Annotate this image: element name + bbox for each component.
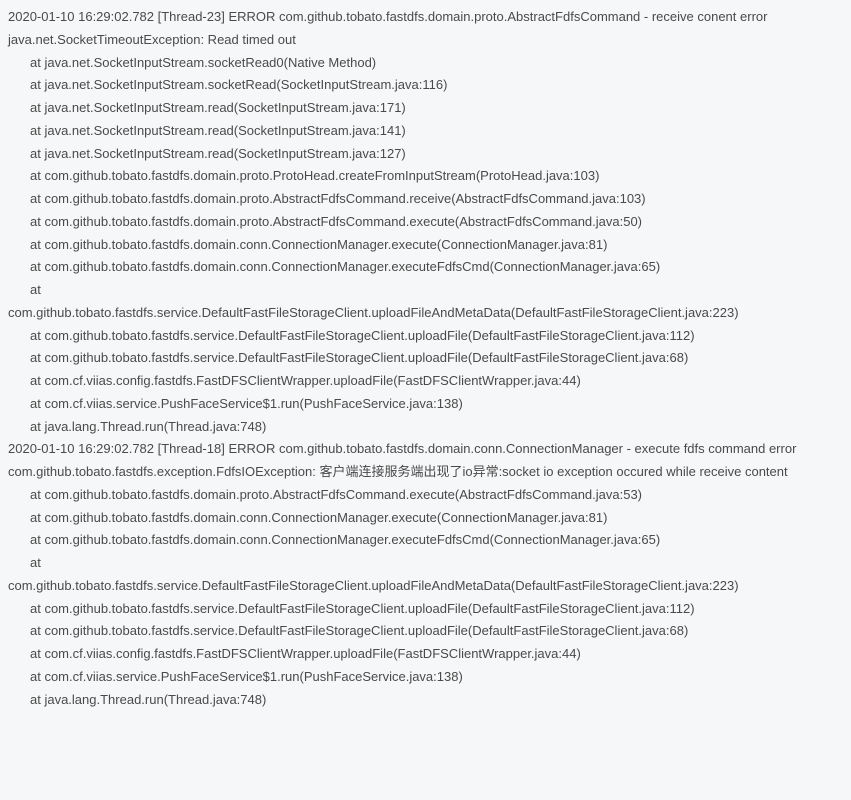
stack-frame: at com.cf.viias.service.PushFaceService$… [8,666,843,689]
stack-frame-at: at [8,552,843,575]
stack-frame: at com.github.tobato.fastdfs.service.Def… [8,347,843,370]
stack-frame: at com.github.tobato.fastdfs.domain.prot… [8,211,843,234]
log-header: 2020-01-10 16:29:02.782 [Thread-18] ERRO… [8,438,843,461]
stack-trace-group: at com.github.tobato.fastdfs.service.Def… [8,598,843,712]
stack-frame-wrapped: com.github.tobato.fastdfs.service.Defaul… [8,575,843,598]
stack-frame: at com.github.tobato.fastdfs.service.Def… [8,325,843,348]
stack-frame-at: at [8,279,843,302]
stack-frame: at com.github.tobato.fastdfs.domain.prot… [8,165,843,188]
stack-frame: at com.github.tobato.fastdfs.domain.conn… [8,529,843,552]
stack-frame-wrapped: com.github.tobato.fastdfs.service.Defaul… [8,302,843,325]
stack-frame: at com.github.tobato.fastdfs.domain.prot… [8,484,843,507]
log-entry-2: 2020-01-10 16:29:02.782 [Thread-18] ERRO… [8,438,843,711]
stack-frame: at java.net.SocketInputStream.read(Socke… [8,143,843,166]
stack-frame: at com.github.tobato.fastdfs.domain.prot… [8,188,843,211]
stack-trace-group: at com.github.tobato.fastdfs.domain.prot… [8,484,843,552]
stack-frame: at java.net.SocketInputStream.read(Socke… [8,97,843,120]
stack-frame: at com.cf.viias.service.PushFaceService$… [8,393,843,416]
stack-frame: at java.net.SocketInputStream.socketRead… [8,74,843,97]
stack-frame: at com.github.tobato.fastdfs.service.Def… [8,598,843,621]
stack-frame: at com.cf.viias.config.fastdfs.FastDFSCl… [8,643,843,666]
stack-frame: at com.github.tobato.fastdfs.domain.conn… [8,234,843,257]
stack-frame: at com.github.tobato.fastdfs.service.Def… [8,620,843,643]
stack-frame: at java.lang.Thread.run(Thread.java:748) [8,689,843,712]
stack-frame: at java.net.SocketInputStream.read(Socke… [8,120,843,143]
stack-frame: at com.github.tobato.fastdfs.domain.conn… [8,507,843,530]
log-header: 2020-01-10 16:29:02.782 [Thread-23] ERRO… [8,6,843,29]
stack-frame: at com.github.tobato.fastdfs.domain.conn… [8,256,843,279]
stack-trace-group: at com.github.tobato.fastdfs.service.Def… [8,325,843,439]
stack-trace-group: at java.net.SocketInputStream.socketRead… [8,52,843,280]
exception-line: java.net.SocketTimeoutException: Read ti… [8,29,843,52]
stack-frame: at com.cf.viias.config.fastdfs.FastDFSCl… [8,370,843,393]
stack-frame: at java.lang.Thread.run(Thread.java:748) [8,416,843,439]
exception-line: com.github.tobato.fastdfs.exception.Fdfs… [8,461,843,484]
log-entry-1: 2020-01-10 16:29:02.782 [Thread-23] ERRO… [8,6,843,438]
stack-frame: at java.net.SocketInputStream.socketRead… [8,52,843,75]
